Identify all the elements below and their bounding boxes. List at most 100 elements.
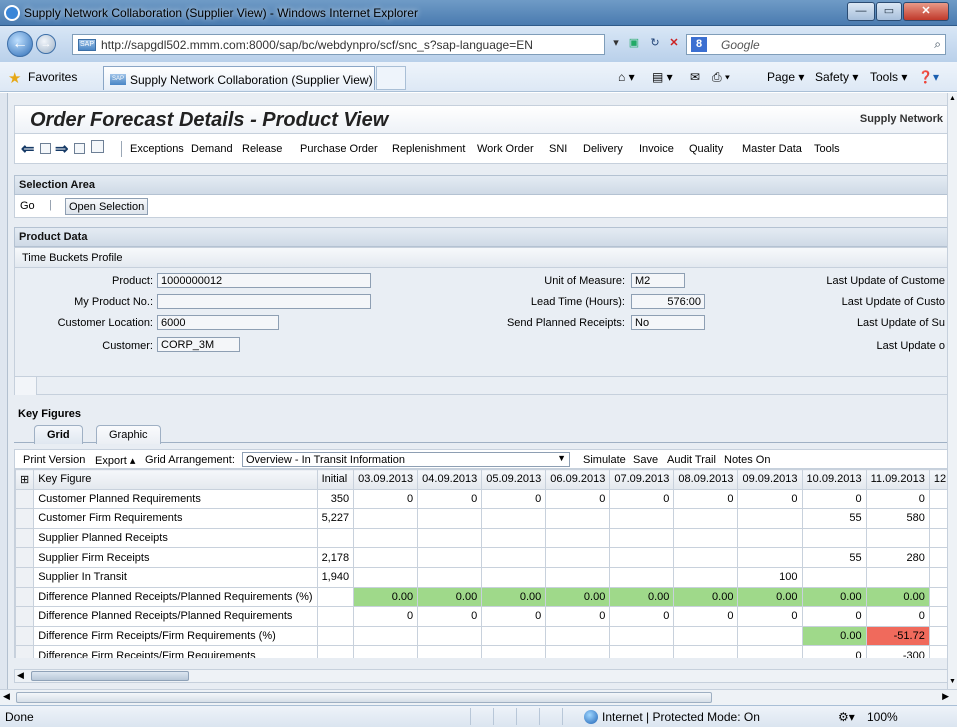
grid-cell[interactable] xyxy=(316,527,355,549)
grid-cell[interactable] xyxy=(928,508,948,529)
grid-cell[interactable] xyxy=(609,645,675,658)
grid-cell[interactable] xyxy=(545,645,611,658)
selection-area-header[interactable]: Selection Area xyxy=(14,175,948,195)
grid-cell[interactable]: 0 xyxy=(737,488,803,510)
menu-demand[interactable]: Demand xyxy=(191,143,233,155)
grid-cell[interactable] xyxy=(737,645,803,658)
grid-cell[interactable] xyxy=(353,566,419,588)
grid-cell[interactable]: 0.00 xyxy=(737,586,803,608)
stop-icon[interactable]: ✕ xyxy=(664,34,684,55)
menu-invoice[interactable]: Invoice xyxy=(639,143,674,155)
grid-cell[interactable]: 0 xyxy=(801,606,867,627)
lead-time-field[interactable]: 576:00 xyxy=(631,294,705,309)
open-selection-button[interactable]: Open Selection xyxy=(65,198,149,215)
grid-cell[interactable]: 0 xyxy=(609,488,675,510)
scroll-up-icon[interactable]: ▲ xyxy=(949,95,956,102)
menu-tools[interactable]: Tools xyxy=(814,143,840,155)
grid-cell[interactable] xyxy=(865,527,930,549)
simulate-button[interactable]: Simulate xyxy=(583,454,626,466)
grid-cell[interactable] xyxy=(481,625,547,647)
grid-cell[interactable]: 0 xyxy=(481,606,547,627)
new-tab-button[interactable] xyxy=(376,66,406,90)
grid-cell[interactable] xyxy=(417,527,483,549)
grid-cell[interactable]: 0 xyxy=(737,606,803,627)
grid-cell[interactable] xyxy=(481,547,547,568)
back-arrow-icon[interactable]: ⇐ xyxy=(21,139,34,159)
forward-arrow-icon[interactable]: ⇒ xyxy=(55,139,68,159)
grid-cell[interactable] xyxy=(417,645,483,658)
maximize-button[interactable]: ▭ xyxy=(876,2,902,21)
column-header[interactable]: Initial xyxy=(316,469,355,490)
grid-cell[interactable] xyxy=(545,625,611,647)
grid-cell[interactable] xyxy=(545,508,611,529)
grid-cell[interactable] xyxy=(928,606,948,627)
page-scroll-left-icon[interactable]: ◀ xyxy=(3,691,10,702)
close-window-button[interactable]: ✕ xyxy=(903,2,949,21)
grid-cell[interactable]: -51.72 xyxy=(865,625,930,647)
safety-menu[interactable]: Safety ▾ xyxy=(815,70,858,84)
forward-button[interactable]: → xyxy=(36,34,56,54)
grid-cell[interactable]: 0 xyxy=(417,488,483,510)
grid-cell[interactable] xyxy=(316,606,355,627)
grid-cell[interactable] xyxy=(609,527,675,549)
grid-cell[interactable]: 55 xyxy=(801,508,867,529)
grid-cell[interactable] xyxy=(316,586,355,608)
row-selector[interactable] xyxy=(15,625,35,647)
back-button[interactable]: ← xyxy=(7,31,33,57)
grid-cell[interactable] xyxy=(417,566,483,588)
go-button[interactable]: Go xyxy=(20,200,35,212)
menu-master-data[interactable]: Master Data xyxy=(742,143,802,155)
grid-cell[interactable]: 0 xyxy=(865,606,930,627)
help-icon[interactable]: ❓▾ xyxy=(918,70,939,84)
grid-cell[interactable] xyxy=(481,566,547,588)
grid-cell[interactable] xyxy=(417,625,483,647)
minimize-button[interactable]: — xyxy=(847,2,875,21)
mail-icon[interactable]: ✉ xyxy=(690,70,700,84)
row-selector[interactable] xyxy=(15,606,35,627)
column-header[interactable]: 10.09.2013 xyxy=(801,469,867,490)
grid-cell[interactable]: 0 xyxy=(673,488,739,510)
row-selector[interactable] xyxy=(15,488,35,510)
customer-location-field[interactable]: 6000 xyxy=(157,315,279,330)
grid-cell[interactable] xyxy=(737,527,803,549)
unit-of-measure-field[interactable]: M2 xyxy=(631,273,685,288)
grid-cell[interactable] xyxy=(801,566,867,588)
menu-delivery[interactable]: Delivery xyxy=(583,143,623,155)
page-vertical-scrollbar[interactable]: ▲ ▼ xyxy=(947,93,957,689)
grid-cell[interactable] xyxy=(737,508,803,529)
grid-cell[interactable] xyxy=(928,527,948,549)
audit-trail-button[interactable]: Audit Trail xyxy=(667,454,716,466)
grid-cell[interactable]: 0.00 xyxy=(481,586,547,608)
grid-cell[interactable]: -300 xyxy=(865,645,930,658)
search-box[interactable]: 8 Google ⌕ xyxy=(686,34,946,55)
grid-cell[interactable] xyxy=(673,645,739,658)
grid-cell[interactable]: 0 xyxy=(801,645,867,658)
grid-cell[interactable]: 0 xyxy=(353,488,419,510)
column-header[interactable]: 08.09.2013 xyxy=(673,469,739,490)
back-list-icon[interactable] xyxy=(40,143,51,154)
grid-cell[interactable] xyxy=(673,625,739,647)
grid-cell[interactable] xyxy=(316,645,355,658)
grid-cell[interactable]: 2,178 xyxy=(316,547,355,568)
grid-cell[interactable]: 0 xyxy=(801,488,867,510)
scroll-down-icon[interactable]: ▼ xyxy=(949,678,956,685)
grid-cell[interactable] xyxy=(609,547,675,568)
tab-graphic[interactable]: Graphic xyxy=(96,425,161,444)
search-icon[interactable]: ⌕ xyxy=(934,37,941,52)
grid-cell[interactable]: 0 xyxy=(865,488,930,510)
grid-cell[interactable] xyxy=(417,508,483,529)
address-bar[interactable]: SAP http://sapgdl502.mmm.com:8000/sap/bc… xyxy=(72,34,605,55)
print-icon[interactable]: ⎙ ▾ xyxy=(712,70,730,85)
tab-grid[interactable]: Grid xyxy=(34,425,83,444)
grid-cell[interactable] xyxy=(545,527,611,549)
grid-cell[interactable] xyxy=(673,566,739,588)
grid-cell[interactable]: 0 xyxy=(481,488,547,510)
menu-quality[interactable]: Quality xyxy=(689,143,723,155)
row-selector[interactable] xyxy=(15,527,35,549)
grid-cell[interactable]: 55 xyxy=(801,547,867,568)
refresh-icon[interactable]: ↻ xyxy=(645,34,665,55)
grid-cell[interactable] xyxy=(609,508,675,529)
grid-cell[interactable]: 580 xyxy=(865,508,930,529)
grid-cell[interactable] xyxy=(353,547,419,568)
grid-cell[interactable]: 0.00 xyxy=(545,586,611,608)
